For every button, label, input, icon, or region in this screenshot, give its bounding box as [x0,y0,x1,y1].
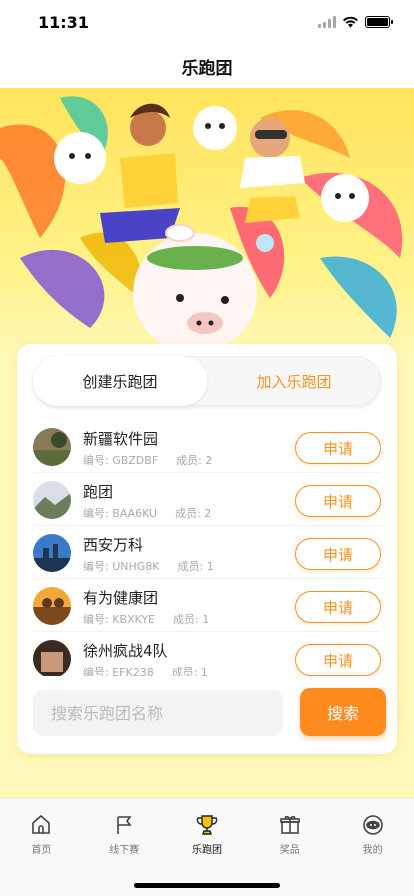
status-bar: 11:31 [0,0,414,44]
avatar [33,534,71,572]
flag-icon [117,816,132,834]
page-title: 乐跑团 [181,58,233,79]
list-item: 跑团 编号: BAA6KU 成员: 2 申请 [33,473,381,526]
signal-icon [318,16,336,28]
team-meta: 编号: GBZDBF 成员: 2 [83,452,212,468]
team-code: 编号: EFK238 [83,666,154,676]
tab-create-team[interactable]: 创建乐跑团 [33,356,207,406]
list-item: 徐州疯战4队 编号: EFK238 成员: 1 申请 [33,632,381,676]
nav-bar: 乐跑团 [0,44,414,88]
hero-illustration [0,96,403,353]
team-name: 西安万科 [83,536,144,554]
tabbar-label: 奖品 [279,845,300,856]
hero-banner [0,88,414,358]
trophy-icon [196,815,218,835]
tabbar-item-team[interactable]: 乐跑团 [166,799,249,863]
apply-button[interactable]: 申请 [295,432,381,464]
tabbar-label: 乐跑团 [191,845,222,856]
team-name: 新疆软件园 [83,430,159,448]
team-members: 成员: 2 [175,507,212,520]
team-meta: 编号: EFK238 成员: 1 [83,664,208,676]
wifi-icon [343,16,358,28]
home-icon [32,814,51,834]
tabbar-label: 我的 [362,845,383,856]
tabbar-item-home[interactable]: 首页 [0,799,83,863]
status-icons [318,16,393,28]
tab-join-team[interactable]: 加入乐跑团 [207,356,381,406]
team-members: 成员: 1 [173,613,210,626]
team-members: 成员: 1 [177,560,214,573]
team-code: 编号: GBZDBF [83,454,159,467]
team-members: 成员: 2 [176,454,213,467]
team-name: 徐州疯战4队 [83,642,168,660]
team-name: 跑团 [83,483,114,501]
status-time: 11:31 [38,12,89,32]
tabbar-item-prizes[interactable]: 奖品 [248,799,331,863]
team-meta: 编号: KBXKYE 成员: 1 [83,611,209,627]
home-indicator [134,883,280,888]
apply-button[interactable]: 申请 [295,644,381,676]
gift-icon [279,815,300,834]
avatar [33,640,71,676]
team-code: 编号: BAA6KU [83,507,158,520]
team-name: 有为健康团 [83,589,159,607]
tabbar-item-offline-race[interactable]: 线下赛 [83,799,166,863]
tabbar-item-profile[interactable]: 我的 [331,799,414,863]
search-button[interactable]: 搜索 [300,688,386,736]
battery-icon [365,16,393,28]
list-item: 有为健康团 编号: KBXKYE 成员: 1 申请 [33,579,381,632]
avatar [33,428,71,466]
team-meta: 编号: BAA6KU 成员: 2 [83,505,211,521]
tabbar-label: 首页 [31,845,52,856]
segmented-tabs: 创建乐跑团 加入乐跑团 [33,356,381,406]
team-meta: 编号: UNHG8K 成员: 1 [83,558,214,574]
tabbar-label: 线下赛 [109,845,140,856]
team-members: 成员: 1 [171,666,208,676]
apply-button[interactable]: 申请 [295,538,381,570]
tab-bar: 首页 线下赛 乐跑团 奖品 我的 [0,798,414,896]
list-item: 西安万科 编号: UNHG8K 成员: 1 申请 [33,526,381,579]
team-code: 编号: KBXKYE [83,613,155,626]
team-card: 创建乐跑团 加入乐跑团 新疆软件园 编号: GBZDBF 成员: 2 申请 跑团 … [17,344,397,754]
apply-button[interactable]: 申请 [295,591,381,623]
profile-icon [362,815,383,835]
team-code: 编号: UNHG8K [83,560,160,573]
list-item: 新疆软件园 编号: GBZDBF 成员: 2 申请 [33,420,381,473]
avatar [33,481,71,519]
apply-button[interactable]: 申请 [295,485,381,517]
team-list[interactable]: 新疆软件园 编号: GBZDBF 成员: 2 申请 跑团 编号: BAA6KU 成员… [17,420,397,676]
search-input[interactable] [33,690,283,736]
avatar [33,587,71,625]
